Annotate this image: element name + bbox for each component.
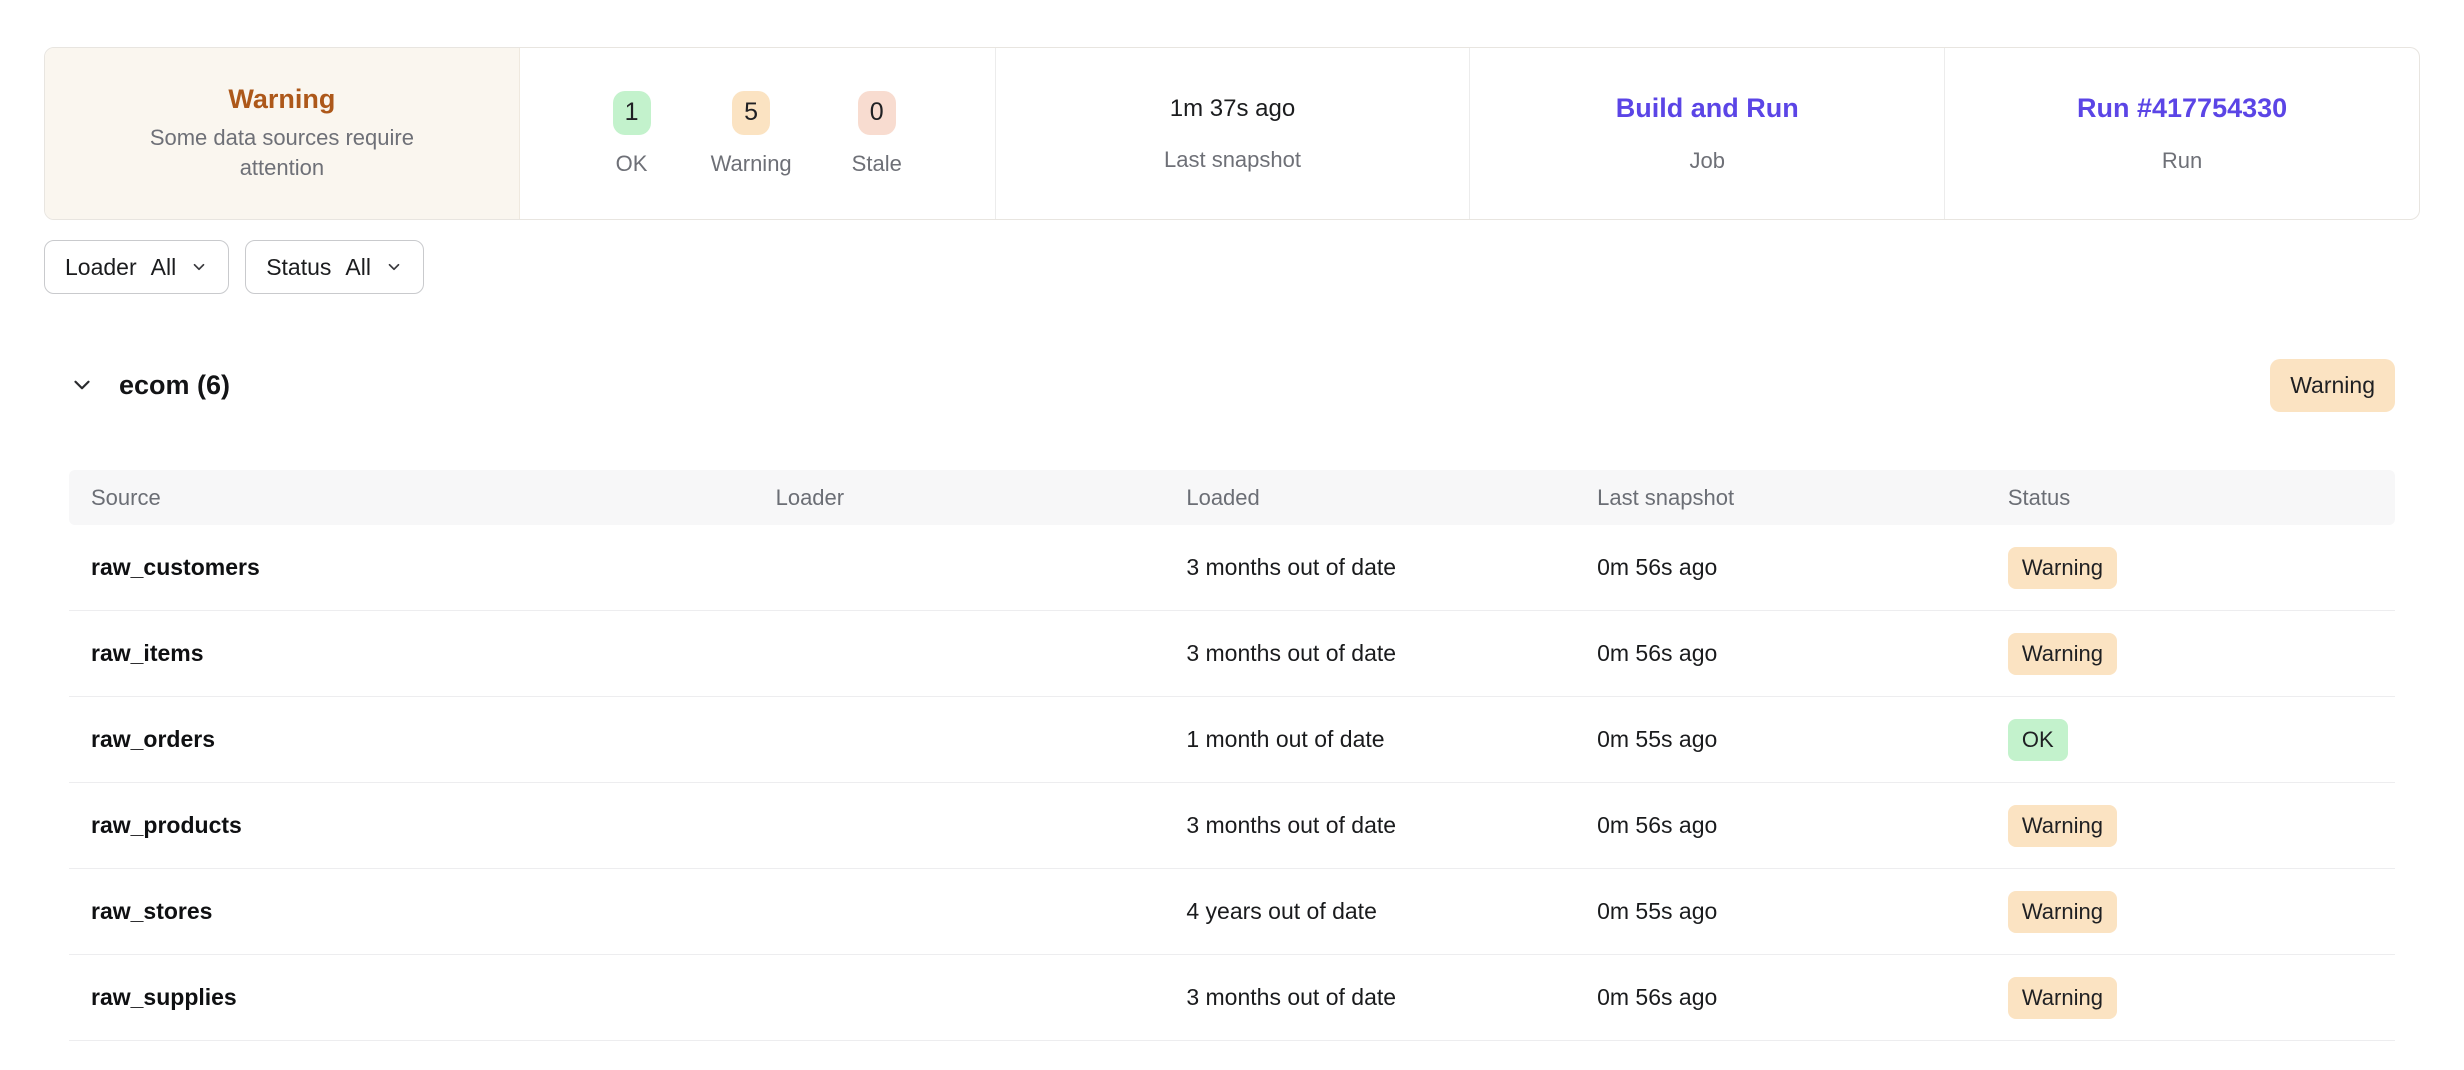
status-badge: Warning (2008, 977, 2117, 1019)
group-header-ecom: ecom (6) Warning (44, 356, 2420, 414)
status-badge: Warning (2008, 805, 2117, 847)
page: Warning Some data sources require attent… (0, 47, 2464, 1041)
chevron-down-icon (385, 258, 403, 276)
status-count-value-badge: 1 (613, 91, 651, 135)
last-snapshot-value: 1m 37s ago (1170, 95, 1295, 123)
table-body: raw_customers 3 months out of date 0m 56… (69, 525, 2395, 1041)
table-header-row: Source Loader Loaded Last snapshot Statu… (69, 470, 2395, 525)
status-filter-dropdown[interactable]: Status All (245, 240, 424, 294)
chevron-down-icon[interactable] (69, 372, 95, 398)
overall-status-subtitle: Some data sources require attention (122, 123, 442, 182)
chevron-down-icon (190, 258, 208, 276)
status-count-value-badge: 5 (732, 91, 770, 135)
job-card: Build and Run Job (1469, 48, 1944, 219)
status-filter-value: All (345, 254, 371, 281)
filter-bar: Loader All Status All (44, 240, 2420, 294)
table-row[interactable]: raw_supplies 3 months out of date 0m 56s… (69, 955, 2395, 1041)
cell-source: raw_orders (91, 726, 776, 753)
status-count-value-badge: 0 (858, 91, 896, 135)
group-title: ecom (6) (119, 370, 230, 401)
cell-source: raw_customers (91, 554, 776, 581)
column-header-source: Source (91, 485, 776, 511)
status-counts: 1 OK 5 Warning 0 Stale (613, 91, 902, 177)
status-filter-label: Status (266, 254, 331, 281)
column-header-last-snapshot: Last snapshot (1597, 485, 2008, 511)
status-count-label: Stale (852, 151, 902, 177)
status-count-label: Warning (711, 151, 792, 177)
cell-loaded: 3 months out of date (1186, 984, 1597, 1011)
loader-filter-value: All (151, 254, 177, 281)
table-row[interactable]: raw_stores 4 years out of date 0m 55s ag… (69, 869, 2395, 955)
cell-last-snapshot: 0m 56s ago (1597, 984, 2008, 1011)
status-count: 1 OK (613, 91, 651, 177)
status-badge: Warning (2008, 891, 2117, 933)
cell-loaded: 4 years out of date (1186, 898, 1597, 925)
cell-source: raw_items (91, 640, 776, 667)
column-header-loaded: Loaded (1186, 485, 1597, 511)
column-header-loader: Loader (776, 485, 1187, 511)
cell-last-snapshot: 0m 56s ago (1597, 554, 2008, 581)
cell-loaded: 3 months out of date (1186, 812, 1597, 839)
group-toggle-ecom[interactable]: ecom (6) (69, 370, 230, 401)
last-snapshot-card: 1m 37s ago Last snapshot (995, 48, 1470, 219)
cell-loaded: 3 months out of date (1186, 554, 1597, 581)
status-count: 5 Warning (711, 91, 792, 177)
table-row[interactable]: raw_items 3 months out of date 0m 56s ag… (69, 611, 2395, 697)
loader-filter-label: Loader (65, 254, 137, 281)
table-row[interactable]: raw_orders 1 month out of date 0m 55s ag… (69, 697, 2395, 783)
job-label: Job (1690, 148, 1725, 174)
cell-last-snapshot: 0m 55s ago (1597, 898, 2008, 925)
sources-table: Source Loader Loaded Last snapshot Statu… (69, 470, 2395, 1041)
status-count: 0 Stale (852, 91, 902, 177)
cell-loaded: 1 month out of date (1186, 726, 1597, 753)
status-badge: Warning (2008, 547, 2117, 589)
status-badge: OK (2008, 719, 2068, 761)
summary-strip: Warning Some data sources require attent… (44, 47, 2420, 220)
loader-filter-dropdown[interactable]: Loader All (44, 240, 229, 294)
cell-loaded: 3 months out of date (1186, 640, 1597, 667)
run-link[interactable]: Run #417754330 (2077, 93, 2287, 124)
cell-source: raw_stores (91, 898, 776, 925)
status-count-label: OK (616, 151, 648, 177)
overall-status-title: Warning (228, 84, 335, 115)
cell-last-snapshot: 0m 56s ago (1597, 812, 2008, 839)
cell-last-snapshot: 0m 55s ago (1597, 726, 2008, 753)
status-badge: Warning (2008, 633, 2117, 675)
table-row[interactable]: raw_customers 3 months out of date 0m 56… (69, 525, 2395, 611)
run-card: Run #417754330 Run (1944, 48, 2419, 219)
cell-source: raw_products (91, 812, 776, 839)
group-status-badge: Warning (2270, 359, 2395, 412)
status-counts-card: 1 OK 5 Warning 0 Stale (520, 48, 995, 219)
overall-status-card: Warning Some data sources require attent… (45, 48, 520, 219)
last-snapshot-label: Last snapshot (1164, 147, 1301, 173)
table-row[interactable]: raw_products 3 months out of date 0m 56s… (69, 783, 2395, 869)
cell-source: raw_supplies (91, 984, 776, 1011)
column-header-status: Status (2008, 485, 2373, 511)
job-link[interactable]: Build and Run (1616, 93, 1799, 124)
cell-last-snapshot: 0m 56s ago (1597, 640, 2008, 667)
run-label: Run (2162, 148, 2202, 174)
